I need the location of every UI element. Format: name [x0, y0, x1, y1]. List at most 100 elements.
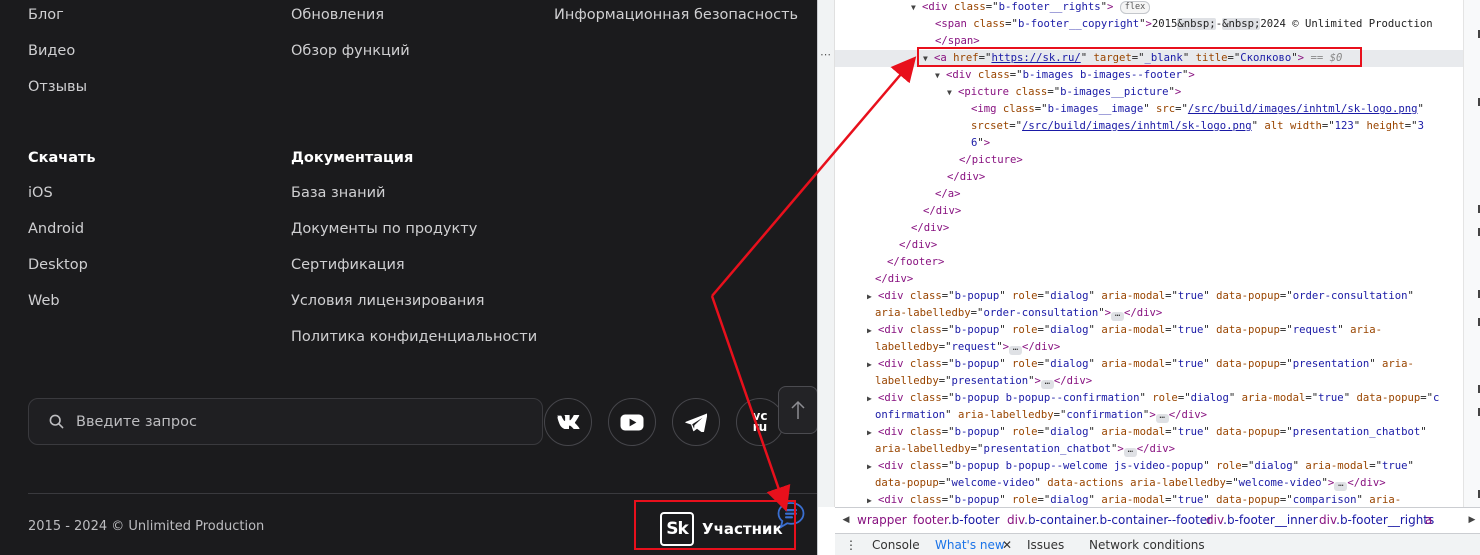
dom-node-line[interactable]: labelledby="presentation">… </div> [835, 373, 1463, 390]
breadcrumb-tag: footer [913, 513, 948, 527]
dom-node-text: </div> [875, 273, 914, 285]
footer-link-ios[interactable]: iOS [28, 185, 53, 201]
dom-node-line[interactable]: ▶ <div class="b-popup" role="dialog" aria… [835, 424, 1463, 441]
breadcrumb-tag: div [1007, 513, 1025, 527]
dom-node-line[interactable]: labelledby="request">… </div> [835, 339, 1463, 356]
dom-node-line[interactable]: ▶ <div class="b-popup" role="dialog" aria… [835, 288, 1463, 305]
dom-node-line[interactable]: ▼ <a href="https://sk.ru/" target="_blank… [835, 50, 1463, 67]
dom-node-text: ▼ <div class="b-footer__rights"> flex [911, 0, 1151, 16]
dom-node-text: ▶ <div class="b-popup" role="dialog" aria… [867, 290, 1414, 302]
dom-node-line[interactable]: </div> [835, 203, 1463, 220]
dom-node-line[interactable]: <span class="b-footer__copyright">2015&n… [835, 16, 1463, 33]
footer-link-android[interactable]: Android [28, 221, 84, 237]
footer-link-license-terms[interactable]: Условия лицензирования [291, 293, 484, 309]
tab-issues[interactable]: Issues [1027, 538, 1064, 552]
dom-node-line[interactable]: ▶ <div class="b-popup" role="dialog" aria… [835, 492, 1463, 507]
footer-link-privacy-policy[interactable]: Политика конфиденциальности [291, 329, 537, 345]
footer-link-infosec[interactable]: Информационная безопасность [554, 7, 798, 23]
drawer-menu-icon[interactable]: ⋮ [845, 538, 857, 552]
dom-node-text: ▶ <div class="b-popup" role="dialog" aria… [867, 426, 1427, 438]
dom-node-line[interactable]: ▼ <div class="b-footer__rights"> flex [835, 0, 1463, 16]
search-input[interactable] [76, 413, 496, 430]
telegram-icon [685, 413, 707, 432]
dom-node-text: ▼ <picture class="b-images__picture"> [947, 86, 1182, 98]
breadcrumb-scroll-left-icon[interactable]: ◀ [839, 512, 853, 528]
dom-node-text: ▶ <div class="b-popup b-popup--confirmati… [867, 392, 1440, 404]
tab-console[interactable]: Console [872, 538, 920, 552]
footer-link-reviews[interactable]: Отзывы [28, 79, 87, 95]
dom-node-line[interactable]: 6"> [835, 135, 1463, 152]
footer-link-updates[interactable]: Обновления [291, 7, 384, 23]
dom-node-text: </div> [899, 239, 938, 251]
dom-node-line[interactable]: </div> [835, 237, 1463, 254]
dom-node-text: ▶ <div class="b-popup" role="dialog" aria… [867, 494, 1402, 506]
tab-network-conditions[interactable]: Network conditions [1089, 538, 1205, 552]
dom-node-line[interactable]: </span> [835, 33, 1463, 50]
skolkovo-logo-link[interactable]: Sk Участник [660, 512, 783, 546]
telegram-button[interactable] [672, 398, 720, 446]
breadcrumb-item[interactable]: div.b-container.b-container--footer [1007, 513, 1212, 527]
breadcrumb-tag: wrapper [857, 513, 907, 527]
breadcrumb-class: .b-container.b-container--footer [1024, 513, 1213, 527]
dom-node-line[interactable]: ▼ <div class="b-images b-images--footer"> [835, 67, 1463, 84]
footer-link-certification[interactable]: Сертификация [291, 257, 405, 273]
breadcrumb-item[interactable]: footer.b-footer [913, 513, 1000, 527]
dom-node-text: ▶ <div class="b-popup" role="dialog" aria… [867, 324, 1382, 336]
dom-node-line[interactable]: aria-labelledby="presentation_chatbot">…… [835, 441, 1463, 458]
dom-node-text: ▶ <div class="b-popup" role="dialog" aria… [867, 358, 1414, 370]
dom-node-text: aria-labelledby="presentation_chatbot">…… [875, 443, 1176, 457]
footer-link-knowledge-base[interactable]: База знаний [291, 185, 385, 201]
breadcrumb-item[interactable]: a [1425, 513, 1432, 527]
footer-link-web[interactable]: Web [28, 293, 60, 309]
scroll-to-top-button[interactable] [778, 386, 818, 434]
breadcrumb-scroll-right-icon[interactable]: ▶ [1465, 512, 1479, 528]
youtube-icon [620, 414, 644, 430]
dom-node-line[interactable]: </a> [835, 186, 1463, 203]
dom-node-line[interactable]: </div> [835, 271, 1463, 288]
vk-button[interactable] [544, 398, 592, 446]
dom-node-line[interactable]: ▶ <div class="b-popup" role="dialog" aria… [835, 356, 1463, 373]
dom-node-line[interactable]: </footer> [835, 254, 1463, 271]
footer-link-desktop[interactable]: Desktop [28, 257, 88, 273]
site-footer: Блог Видео Отзывы Обновления Обзор функц… [0, 0, 818, 555]
footer-link-blog[interactable]: Блог [28, 7, 64, 23]
breadcrumb-class: .b-footer [947, 513, 1000, 527]
footer-link-features[interactable]: Обзор функций [291, 43, 410, 59]
skolkovo-member-label: Участник [702, 520, 783, 538]
dom-node-line[interactable]: onfirmation" aria-labelledby="confirmati… [835, 407, 1463, 424]
dom-node-line[interactable]: srcset="/src/build/images/inhtml/sk-logo… [835, 118, 1463, 135]
breadcrumb-item[interactable]: div.b-footer__rights [1319, 513, 1434, 527]
dom-node-line[interactable]: ▶ <div class="b-popup b-popup--confirmati… [835, 390, 1463, 407]
dom-node-line[interactable]: data-popup="welcome-video" data-actions … [835, 475, 1463, 492]
dom-node-line[interactable]: ▶ <div class="b-popup" role="dialog" aria… [835, 322, 1463, 339]
footer-link-product-docs[interactable]: Документы по продукту [291, 221, 477, 237]
close-icon[interactable]: ✕ [1002, 538, 1012, 552]
breadcrumb-tag: a [1425, 513, 1433, 527]
dom-node-line[interactable]: </div> [835, 169, 1463, 186]
dom-node-line[interactable]: <img class="b-images__image" src="/src/b… [835, 101, 1463, 118]
devtools-panel: ▼ <div class="b-footer__rights"> flex <spa… [817, 0, 1480, 555]
dom-breadcrumbs: ◀ wrapper footer.b-footer div.b-container.… [835, 507, 1480, 533]
vc-ru-label-bottom: ru [752, 420, 768, 434]
dom-node-line[interactable]: aria-labelledby="order-consultation">… </… [835, 305, 1463, 322]
breadcrumb-item[interactable]: wrapper [857, 513, 907, 527]
dom-node-text: ▶ <div class="b-popup b-popup--welcome js… [867, 460, 1414, 472]
node-more-icon[interactable]: ⋯ [820, 48, 831, 61]
dom-node-line[interactable]: ▼ <picture class="b-images__picture"> [835, 84, 1463, 101]
dom-node-line[interactable]: </div> [835, 220, 1463, 237]
elements-scrollbar[interactable] [1463, 0, 1480, 507]
youtube-button[interactable] [608, 398, 656, 446]
footer-link-video[interactable]: Видео [28, 43, 75, 59]
vc-ru-button[interactable]: vc ru [736, 398, 784, 446]
dom-node-text: </a> [935, 188, 961, 200]
dom-node-line[interactable]: </picture> [835, 152, 1463, 169]
dom-node-text: </div> [923, 205, 962, 217]
arrow-up-icon [791, 400, 805, 419]
tab-whats-new[interactable]: What's new [935, 538, 1005, 552]
breadcrumb-item[interactable]: div.b-footer__inner [1206, 513, 1318, 527]
skolkovo-logo: Sk [660, 512, 694, 546]
dom-node-text: labelledby="request">… </div> [875, 341, 1061, 355]
chat-button[interactable] [774, 500, 808, 530]
dom-node-text: <span class="b-footer__copyright">2015&n… [935, 18, 1433, 30]
dom-node-line[interactable]: ▶ <div class="b-popup b-popup--welcome js… [835, 458, 1463, 475]
